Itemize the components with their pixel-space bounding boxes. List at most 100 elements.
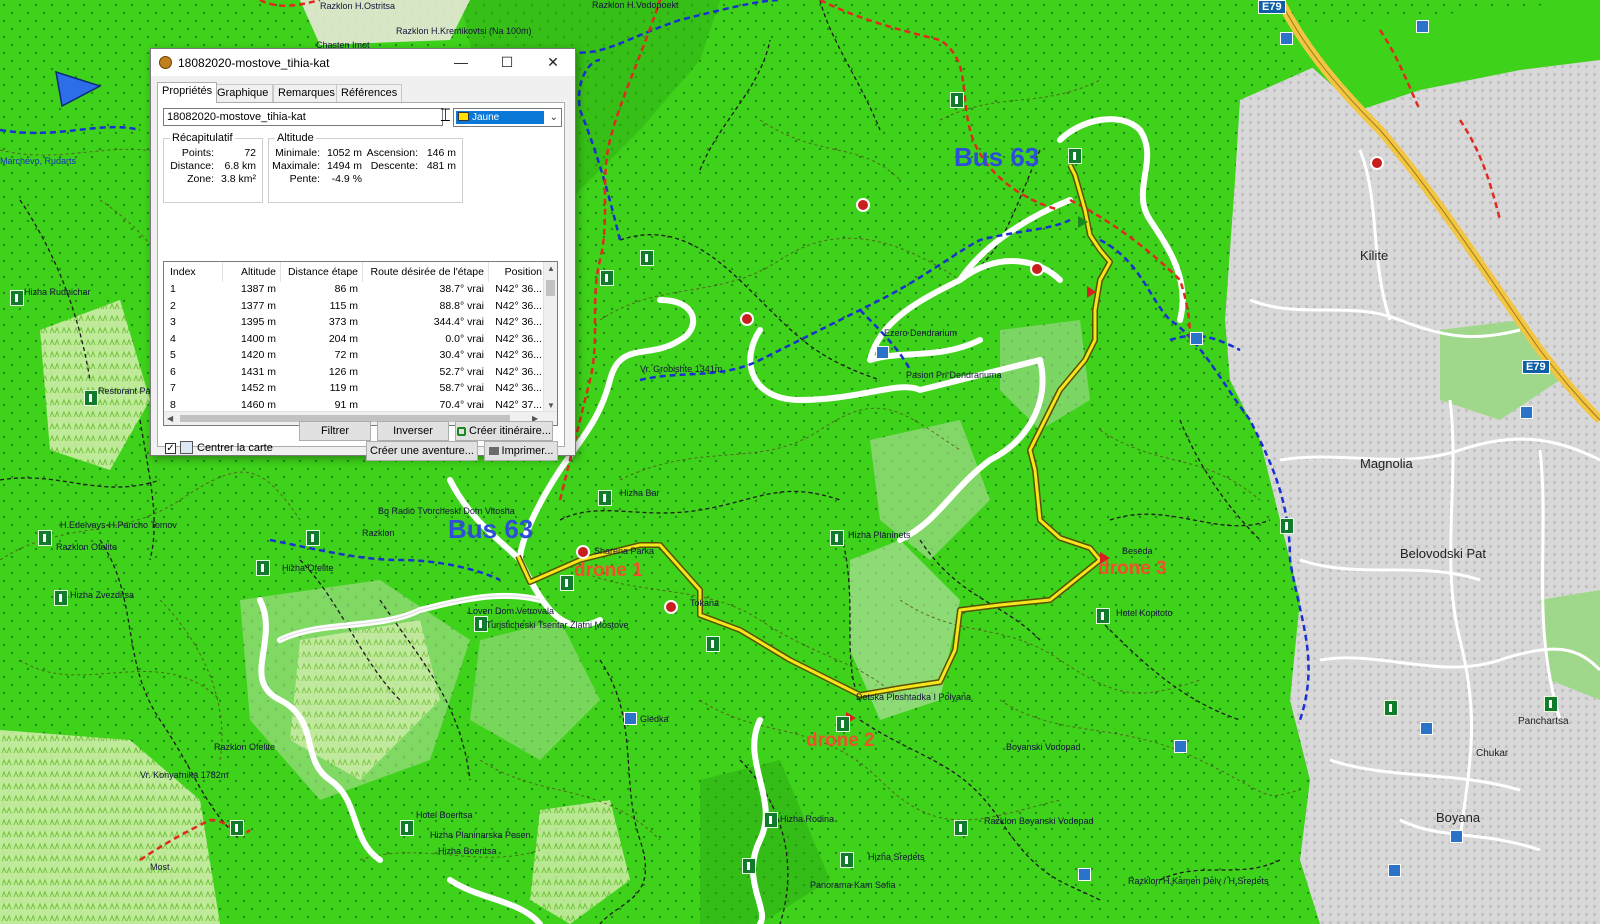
poi-info-icon[interactable] [1078,868,1091,881]
cell-altitude: 1400 m [240,332,276,345]
poi-restaurant-icon[interactable] [1030,262,1044,276]
color-select[interactable]: Jaune ⌄ [453,108,562,127]
cell-distance: 204 m [328,332,358,345]
tab-remarks[interactable]: Remarques [273,84,340,102]
poi-restaurant-icon[interactable] [740,312,754,326]
poi-hut-icon[interactable] [560,575,574,591]
drone-1-label: drone 1 [574,560,643,581]
max-altitude-label: Maximale: [272,160,320,172]
cell-distance: 119 m [329,382,358,394]
cell-altitude: 1452 m [240,382,276,394]
poi-info-icon[interactable] [1450,830,1463,843]
vertical-scroll-thumb[interactable] [546,280,555,296]
map-label: Hizha Bar [620,488,660,498]
maximize-button[interactable]: ☐ [485,49,529,76]
map-label: Boyanski Vodopad [1006,742,1081,752]
poi-hut-icon[interactable] [400,820,414,836]
cell-course: 88.8° vrai [439,299,484,312]
poi-hut-icon[interactable] [950,92,964,108]
poi-hut-icon[interactable] [1096,608,1110,624]
poi-info-icon[interactable] [624,712,637,725]
poi-hut-icon[interactable] [1280,518,1294,534]
tab-graph[interactable]: Graphique [212,84,274,102]
poi-hut-icon[interactable] [38,530,52,546]
map-label: H.Edelvays-H.Pancho Tomov [60,520,177,530]
scroll-up-icon[interactable]: ▲ [547,262,555,275]
poi-hut-icon[interactable] [742,858,756,874]
column-header-distance[interactable]: Distance étape [284,266,358,278]
table-row[interactable]: 6 1431 m 126 m 52.7° vrai N42° 36... [164,365,546,381]
poi-hut-icon[interactable] [598,490,612,506]
center-map-checkbox[interactable]: ✓ [165,443,176,454]
cell-position: N42° 36... [495,365,542,378]
poi-info-icon[interactable] [1280,32,1293,45]
scroll-left-icon[interactable]: ◀ [167,412,173,425]
track-points-table[interactable]: Index Altitude Distance étape Route dési… [163,261,558,426]
map-label: Hizha Boeritsa [438,846,497,856]
poi-restaurant-icon[interactable] [664,600,678,614]
poi-hut-icon[interactable] [10,290,24,306]
poi-hut-icon[interactable] [706,636,720,652]
poi-info-icon[interactable] [1420,722,1433,735]
cell-position: N42° 36... [495,382,542,394]
table-row[interactable]: 3 1395 m 373 m 344.4° vrai N42° 36... [164,315,546,331]
cell-position: N42° 36... [495,283,542,295]
window-titlebar[interactable]: 18082020-mostove_tihia-kat — ☐ ✕ [151,49,575,76]
poi-hut-icon[interactable] [1384,700,1398,716]
column-header-position[interactable]: Position [494,266,542,278]
map-label: Razklon H.Kamen Delv / H.Sredets [1128,876,1269,886]
print-button[interactable]: Imprimer... [484,441,558,461]
poi-info-icon[interactable] [1190,332,1203,345]
poi-hut-icon[interactable] [954,820,968,836]
poi-hut-icon[interactable] [600,270,614,286]
poi-hut-icon[interactable] [640,250,654,266]
poi-hut-icon[interactable] [54,590,68,606]
poi-info-icon[interactable] [1388,864,1401,877]
minimize-button[interactable]: — [439,49,483,76]
table-row[interactable]: 4 1400 m 204 m 0.0° vrai N42° 36... [164,332,546,348]
poi-info-icon[interactable] [876,346,889,359]
poi-info-icon[interactable] [1416,20,1429,33]
distance-value: 6.8 km [224,160,256,172]
poi-hut-icon[interactable] [764,812,778,828]
map-label: Razklon H.Ostritsa [320,1,396,11]
track-name-input[interactable] [163,108,443,126]
poi-info-icon[interactable] [1174,740,1187,753]
poi-hut-icon[interactable] [230,820,244,836]
poi-hut-icon[interactable] [840,852,854,868]
map-label: Restorant Pa [98,386,151,396]
reverse-button[interactable]: Inverser [377,421,449,441]
poi-hut-icon[interactable] [84,390,98,406]
map-label: Hizha Sredets [868,852,925,862]
close-button[interactable]: ✕ [531,49,575,76]
ascent-value: 146 m [426,147,456,159]
column-header-index[interactable]: Index [170,266,196,278]
column-header-altitude[interactable]: Altitude [224,266,276,278]
poi-hut-icon[interactable] [830,530,844,546]
tab-properties[interactable]: Propriétés [157,82,218,103]
poi-hut-icon[interactable] [1068,148,1082,164]
poi-hut-icon[interactable] [256,560,270,576]
poi-hut-icon[interactable] [1544,696,1558,712]
print-label: Imprimer... [501,445,554,457]
table-row[interactable]: 1 1387 m 86 m 38.7° vrai N42° 36... [164,282,546,298]
map-label: Razklon H.Kremikovtsi (Na 100m) [396,26,532,36]
cell-altitude: 1460 m [240,398,276,411]
tab-references[interactable]: Références [336,84,403,102]
center-map-label[interactable]: Centrer la carte [197,442,273,454]
map-label: Loven Dom Vetrovala [468,606,555,616]
create-route-button[interactable]: Créer itinéraire... [455,421,553,441]
filter-button[interactable]: Filtrer [299,421,371,441]
vertical-scrollbar[interactable]: ▲ ▼ [543,262,557,412]
table-row[interactable]: 7 1452 m 119 m 58.7° vrai N42° 36... [164,381,546,397]
drone-3-label: drone 3 [1098,558,1167,579]
poi-hut-icon[interactable] [306,530,320,546]
create-adventure-button[interactable]: Créer une aventure... [366,441,478,461]
poi-parking-icon[interactable] [856,198,870,212]
column-header-course[interactable]: Route désirée de l'étape [364,266,484,278]
table-row[interactable]: 2 1377 m 115 m 88.8° vrai N42° 36... [164,299,546,315]
poi-restaurant-icon[interactable] [1370,156,1384,170]
poi-restaurant-icon[interactable] [576,545,590,559]
table-row[interactable]: 5 1420 m 72 m 30.4° vrai N42° 36... [164,348,546,364]
poi-info-icon[interactable] [1520,406,1533,419]
